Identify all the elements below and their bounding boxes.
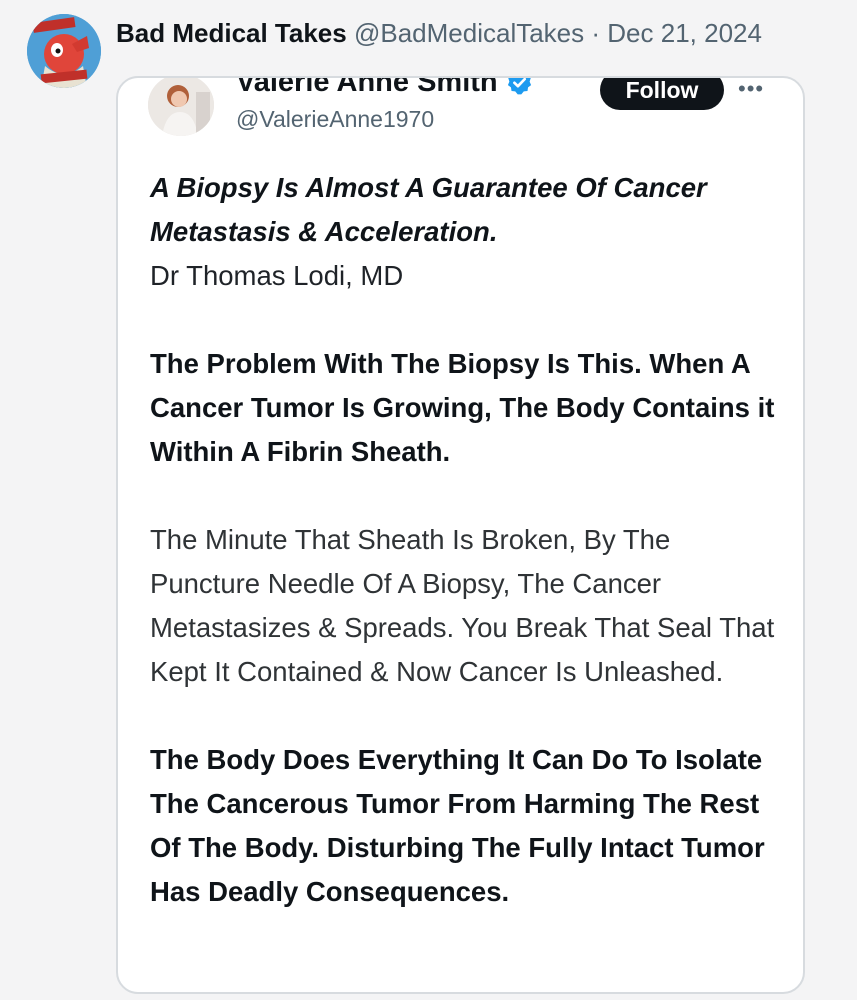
avatar[interactable] xyxy=(27,14,101,88)
embedded-avatar[interactable] xyxy=(148,78,214,136)
embedded-post-body: A Biopsy Is Almost A Guarantee Of Cancer… xyxy=(150,166,780,914)
author-name[interactable]: Bad Medical Takes xyxy=(116,18,347,48)
quote-attribution: Dr Thomas Lodi, MD xyxy=(150,260,404,291)
more-options-icon[interactable]: ••• xyxy=(738,78,764,102)
embedded-author-handle[interactable]: @ValerieAnne1970 xyxy=(236,106,434,133)
quote-line-2: Metastasis & Acceleration. xyxy=(150,216,498,247)
verified-badge-icon xyxy=(507,78,531,95)
separator: · xyxy=(591,18,601,48)
embedded-post-card[interactable]: Valerie Anne Smith @ValerieAnne1970 Foll… xyxy=(116,76,805,994)
avatar-image xyxy=(27,14,101,88)
quote-line-1: A Biopsy Is Almost A Guarantee Of Cancer xyxy=(150,172,707,203)
embedded-name-row: Valerie Anne Smith xyxy=(236,78,533,99)
follow-button[interactable]: Follow xyxy=(600,78,724,110)
embedded-author-name[interactable]: Valerie Anne Smith xyxy=(236,78,498,99)
author-handle[interactable]: @BadMedicalTakes xyxy=(354,18,584,48)
paragraph-1: The Problem With The Biopsy Is This. Whe… xyxy=(150,348,775,467)
paragraph-3: The Body Does Everything It Can Do To Is… xyxy=(150,744,765,907)
post-header: Bad Medical Takes @BadMedicalTakes · Dec… xyxy=(116,17,762,49)
paragraph-2: The Minute That Sheath Is Broken, By The… xyxy=(150,524,775,687)
post-date[interactable]: Dec 21, 2024 xyxy=(607,18,762,48)
embedded-avatar-image xyxy=(148,78,214,136)
